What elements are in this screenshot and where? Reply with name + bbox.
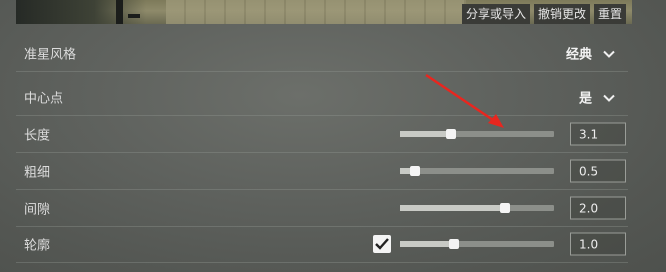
checkmark-icon xyxy=(375,238,389,250)
chevron-down-icon xyxy=(603,50,615,58)
outline-label: 轮廓 xyxy=(24,238,51,254)
crosshair-style-value: 经典 xyxy=(565,47,592,63)
thickness-slider-thumb[interactable] xyxy=(410,166,421,176)
crosshair-vertical xyxy=(116,0,123,24)
preview-wall xyxy=(166,0,466,24)
row-center-dot: 中心点 是 xyxy=(16,79,628,116)
outline-value-field[interactable]: 1.0 xyxy=(570,232,626,256)
center-dot-dropdown[interactable]: 是 xyxy=(579,88,616,107)
thickness-label: 粗细 xyxy=(24,165,51,181)
preview-shadow xyxy=(16,0,146,24)
crosshair-horizontal xyxy=(128,14,140,18)
crosshair-style-label: 准星风格 xyxy=(24,47,77,63)
row-crosshair-style: 准星风格 经典 xyxy=(16,35,628,72)
annotation-arrow-icon xyxy=(425,73,504,128)
reset-button[interactable]: 重置 xyxy=(593,4,626,24)
undo-changes-button[interactable]: 撤销更改 xyxy=(533,4,590,24)
center-dot-value: 是 xyxy=(578,91,592,107)
crosshair-style-dropdown[interactable]: 经典 xyxy=(566,44,616,63)
row-outline: 轮廓 1.0 xyxy=(16,226,628,263)
row-length: 长度 3.1 xyxy=(16,116,628,153)
length-value-field[interactable]: 3.1 xyxy=(570,122,626,146)
thickness-slider[interactable] xyxy=(400,166,554,176)
preview-toolbar: 分享或导入 撤销更改 重置 xyxy=(461,4,626,24)
row-gap: 间隙 2.0 xyxy=(16,190,628,227)
outline-checkbox[interactable] xyxy=(373,235,391,253)
row-thickness: 粗细 0.5 xyxy=(16,153,628,190)
gap-slider-thumb[interactable] xyxy=(499,203,510,213)
chevron-down-icon xyxy=(603,94,615,102)
outline-slider-fill xyxy=(400,241,454,247)
length-label: 长度 xyxy=(24,128,51,144)
outline-slider[interactable] xyxy=(400,239,554,249)
gap-slider[interactable] xyxy=(400,203,554,213)
outline-slider-thumb[interactable] xyxy=(448,239,459,249)
share-import-button[interactable]: 分享或导入 xyxy=(461,4,530,24)
gap-slider-fill xyxy=(400,205,505,211)
thickness-value-field[interactable]: 0.5 xyxy=(570,159,626,183)
gap-value-field[interactable]: 2.0 xyxy=(570,196,626,220)
center-dot-label: 中心点 xyxy=(24,91,64,107)
gap-label: 间隙 xyxy=(24,202,51,218)
